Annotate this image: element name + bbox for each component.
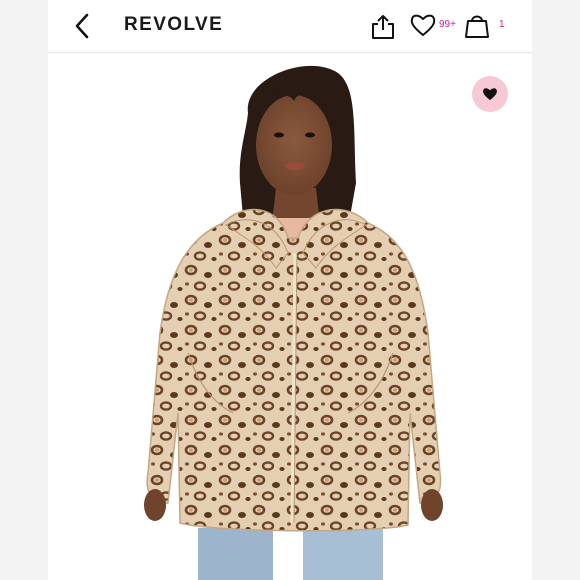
- bag-count-badge: 1: [499, 19, 505, 30]
- product-photo: [144, 65, 443, 580]
- app-frame: REVOLVE 99+ 1: [48, 0, 532, 580]
- chevron-left-icon: [75, 13, 89, 39]
- heart-filled-icon: [483, 88, 497, 101]
- wishlist-button[interactable]: [409, 12, 437, 38]
- bag-button[interactable]: [464, 11, 490, 39]
- wishlist-count-badge: 99+: [439, 19, 456, 30]
- share-icon: [372, 15, 394, 39]
- product-image[interactable]: [48, 53, 532, 580]
- back-button[interactable]: [70, 12, 96, 40]
- brand-logo[interactable]: REVOLVE: [124, 14, 223, 36]
- heart-outline-icon: [410, 14, 436, 36]
- favorite-button[interactable]: [472, 76, 508, 112]
- top-bar: REVOLVE 99+ 1: [48, 0, 532, 53]
- shopping-bag-icon: [465, 15, 489, 38]
- share-button[interactable]: [370, 12, 396, 40]
